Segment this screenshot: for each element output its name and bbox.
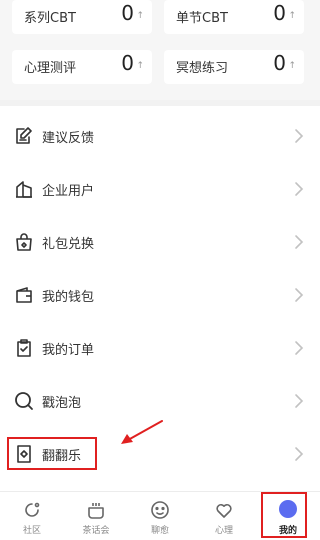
stat-card-assessment[interactable]: 心理测评 0 ↑ xyxy=(12,50,152,84)
chevron-right-icon xyxy=(294,393,304,409)
gift-bag-icon xyxy=(14,232,34,252)
chevron-right-icon xyxy=(294,128,304,144)
menu-label: 我的订单 xyxy=(42,343,95,358)
tea-cup-icon xyxy=(86,500,106,520)
menu-label: 戳泡泡 xyxy=(42,396,82,411)
building-icon xyxy=(14,179,34,199)
section-divider xyxy=(0,100,320,106)
stat-card-single-cbt[interactable]: 单节CBT 0 ↑ xyxy=(164,0,304,34)
up-arrow-icon: ↑ xyxy=(288,61,296,71)
tab-label: 聊愈 xyxy=(150,526,169,536)
stat-count: 0 xyxy=(121,51,134,75)
menu-label: 礼包兑换 xyxy=(42,237,95,252)
stat-card-series-cbt[interactable]: 系列CBT 0 ↑ xyxy=(12,0,152,34)
up-arrow-icon: ↑ xyxy=(136,61,144,71)
chat-face-icon xyxy=(150,500,170,520)
menu-label: 企业用户 xyxy=(42,184,95,199)
stat-count: 0 xyxy=(273,1,286,25)
tab-label: 茶话会 xyxy=(82,526,110,536)
up-arrow-icon: ↑ xyxy=(288,11,296,21)
menu-item-gift-redeem[interactable]: 礼包兑换 xyxy=(0,216,320,269)
order-clipboard-icon xyxy=(14,338,34,358)
stat-card-meditation[interactable]: 冥想练习 0 ↑ xyxy=(164,50,304,84)
menu-item-enterprise[interactable]: 企业用户 xyxy=(0,163,320,216)
stat-label: 冥想练习 xyxy=(176,61,229,76)
menu-item-orders[interactable]: 我的订单 xyxy=(0,322,320,375)
stat-count: 0 xyxy=(121,1,134,25)
chevron-right-icon xyxy=(294,446,304,462)
annotation-tab-highlight xyxy=(261,492,307,538)
annotation-highlight-box xyxy=(7,437,97,470)
tab-community[interactable]: 社区 xyxy=(0,492,64,540)
annotation-arrow-icon xyxy=(121,420,163,444)
menu-item-wallet[interactable]: 我的钱包 xyxy=(0,269,320,322)
heart-icon xyxy=(214,500,234,520)
chevron-right-icon xyxy=(294,181,304,197)
stats-panel: 系列CBT 0 ↑ 单节CBT 0 ↑ 心理测评 0 ↑ 冥想练习 0 ↑ xyxy=(0,0,320,100)
tab-tea-party[interactable]: 茶话会 xyxy=(64,492,128,540)
menu-label: 我的钱包 xyxy=(42,290,95,305)
menu-label: 建议反馈 xyxy=(42,131,95,146)
feedback-icon xyxy=(14,126,34,146)
stat-count: 0 xyxy=(273,51,286,75)
chevron-right-icon xyxy=(294,234,304,250)
tab-label: 心理 xyxy=(214,526,233,536)
menu-item-feedback[interactable]: 建议反馈 xyxy=(0,110,320,163)
stat-label: 心理测评 xyxy=(24,61,77,76)
wallet-icon xyxy=(14,285,34,305)
stat-label: 系列CBT xyxy=(24,11,76,26)
stat-label: 单节CBT xyxy=(176,11,228,26)
tab-chat-heal[interactable]: 聊愈 xyxy=(128,492,192,540)
community-icon xyxy=(22,500,42,520)
chevron-right-icon xyxy=(294,287,304,303)
chevron-right-icon xyxy=(294,340,304,356)
up-arrow-icon: ↑ xyxy=(136,11,144,21)
tab-label: 社区 xyxy=(22,526,41,536)
tab-psychology[interactable]: 心理 xyxy=(192,492,256,540)
bubble-icon xyxy=(14,391,34,411)
